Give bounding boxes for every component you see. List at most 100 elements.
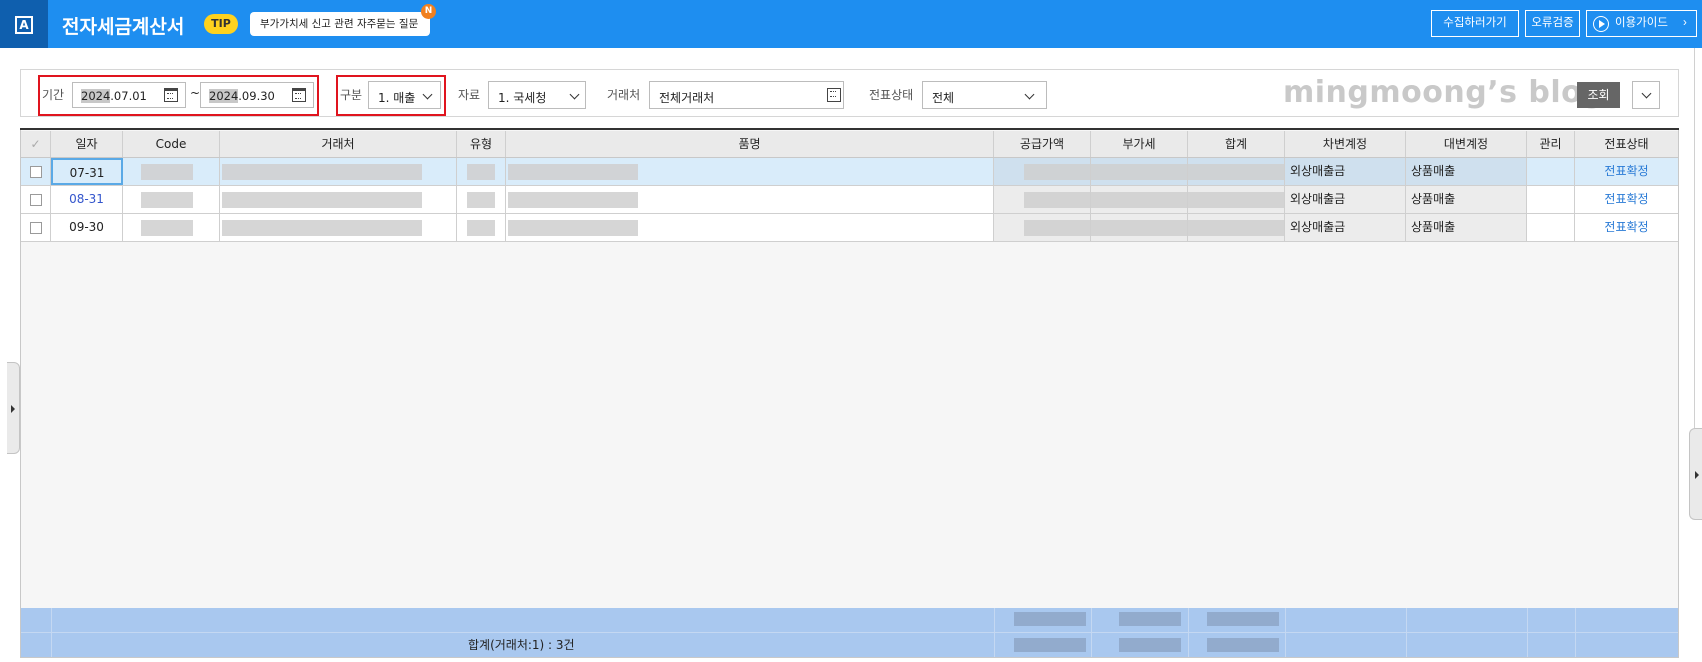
col-partner[interactable]: 거래처 [220, 131, 457, 157]
chevron-down-icon [1024, 89, 1035, 100]
redacted-block [1188, 220, 1284, 236]
row-status-link[interactable]: 전표확정 [1575, 214, 1678, 241]
row-code [123, 186, 220, 213]
col-item[interactable]: 품명 [506, 131, 994, 157]
redacted-block [1091, 220, 1187, 236]
new-badge: N [421, 4, 436, 19]
redacted-block [222, 220, 422, 236]
row-date[interactable]: 08-31 [51, 186, 123, 213]
col-type[interactable]: 유형 [457, 131, 506, 157]
col-credit[interactable]: 대변계정 [1406, 131, 1527, 157]
range-separator: ~ [190, 86, 201, 100]
gubun-select[interactable]: 1. 매출 [368, 81, 441, 109]
row-code [123, 158, 220, 185]
left-panel-toggle[interactable] [7, 362, 20, 454]
row-manage[interactable] [1527, 214, 1575, 241]
app-logo[interactable]: A [0, 0, 48, 48]
redacted-block [508, 164, 638, 180]
col-manage[interactable]: 관리 [1527, 131, 1575, 157]
play-circle-icon [1593, 16, 1609, 32]
row-debit[interactable]: 외상매출금 [1285, 214, 1406, 241]
redacted-block [467, 164, 495, 180]
col-vat[interactable]: 부가세 [1091, 131, 1188, 157]
row-checkbox[interactable] [30, 194, 42, 206]
redacted-block [1188, 164, 1284, 180]
row-item [506, 186, 994, 213]
col-code[interactable]: Code [123, 131, 220, 157]
calendar-icon[interactable] [292, 88, 306, 102]
collect-button[interactable]: 수집하러가기 [1431, 10, 1519, 37]
row-manage[interactable] [1527, 158, 1575, 185]
col-supply[interactable]: 공급가액 [994, 131, 1091, 157]
row-date[interactable]: 09-30 [51, 214, 123, 241]
status-select[interactable]: 전체 [922, 81, 1047, 109]
end-date-field[interactable]: 2024.09.30 [200, 82, 314, 108]
start-date-rest: .07.01 [110, 89, 147, 103]
expand-filter-button[interactable] [1632, 81, 1660, 109]
redacted-block [1014, 638, 1086, 652]
redacted-block [222, 164, 422, 180]
redacted-block [1091, 164, 1187, 180]
error-check-button[interactable]: 오류검증 [1525, 10, 1580, 37]
right-panel-divider [1694, 48, 1695, 428]
lookup-icon[interactable] [827, 88, 841, 102]
row-credit[interactable]: 상품매출 [1406, 214, 1527, 241]
start-date-field[interactable]: 2024.07.01 [72, 82, 186, 108]
table-row[interactable]: 08-31 외상매출금 상품매출 전표확정 [21, 186, 1678, 214]
select-all-checkbox[interactable]: ✓ [21, 131, 51, 157]
redacted-block [141, 192, 193, 208]
redacted-block [467, 192, 495, 208]
row-item [506, 158, 994, 185]
redacted-block [1024, 164, 1090, 180]
tip-link[interactable]: 부가가치세 신고 관련 자주묻는 질문 [250, 12, 430, 36]
guide-button[interactable]: 이용가이드 › [1586, 10, 1697, 37]
chevron-down-icon [422, 89, 433, 100]
row-type [457, 186, 506, 213]
row-debit[interactable]: 외상매출금 [1285, 186, 1406, 213]
row-type [457, 214, 506, 241]
redacted-block [508, 192, 638, 208]
blog-watermark: mingmoong’s blog [1283, 75, 1605, 110]
col-total[interactable]: 합계 [1188, 131, 1285, 157]
col-status[interactable]: 전표상태 [1575, 131, 1678, 157]
col-debit[interactable]: 차변계정 [1285, 131, 1406, 157]
period-label: 기간 [42, 88, 65, 102]
row-vat [1091, 158, 1188, 185]
end-date-rest: .09.30 [238, 89, 275, 103]
row-status-link[interactable]: 전표확정 [1575, 186, 1678, 213]
search-button[interactable]: 조회 [1577, 82, 1620, 108]
right-panel-toggle[interactable] [1689, 428, 1702, 520]
guide-label: 이용가이드 [1615, 17, 1668, 29]
row-manage[interactable] [1527, 186, 1575, 213]
redacted-block [1119, 612, 1181, 626]
source-select[interactable]: 1. 국세청 [488, 81, 586, 109]
logo-letter: A [15, 16, 33, 34]
row-date[interactable]: 07-31 [51, 158, 123, 185]
row-partner [220, 158, 457, 185]
redacted-block [141, 220, 193, 236]
row-checkbox[interactable] [30, 222, 42, 234]
table-header: ✓ 일자 Code 거래처 유형 품명 공급가액 부가세 합계 차변계정 대변계… [21, 131, 1678, 158]
calendar-icon[interactable] [164, 88, 178, 102]
status-value: 전체 [932, 91, 955, 105]
row-total [1188, 186, 1285, 213]
grid-top-border [20, 128, 1679, 130]
row-credit[interactable]: 상품매출 [1406, 186, 1527, 213]
chevron-right-icon: › [1683, 17, 1687, 29]
row-supply [994, 158, 1091, 185]
row-status-link[interactable]: 전표확정 [1575, 158, 1678, 185]
row-checkbox[interactable] [30, 166, 42, 178]
row-type [457, 158, 506, 185]
row-vat [1091, 214, 1188, 241]
table-row[interactable]: 09-30 외상매출금 상품매출 전표확정 [21, 214, 1678, 242]
row-total [1188, 214, 1285, 241]
table-row[interactable]: 07-31 외상매출금 상품매출 전표확정 [21, 158, 1678, 186]
row-debit[interactable]: 외상매출금 [1285, 158, 1406, 185]
col-date[interactable]: 일자 [51, 131, 123, 157]
tip-badge[interactable]: TIP [204, 14, 238, 34]
row-credit[interactable]: 상품매출 [1406, 158, 1527, 185]
row-item [506, 214, 994, 241]
partner-field[interactable]: 전체거래처 [649, 81, 844, 109]
table-footer: 합계(거래처:1) : 3건 [21, 608, 1678, 657]
row-vat [1091, 186, 1188, 213]
